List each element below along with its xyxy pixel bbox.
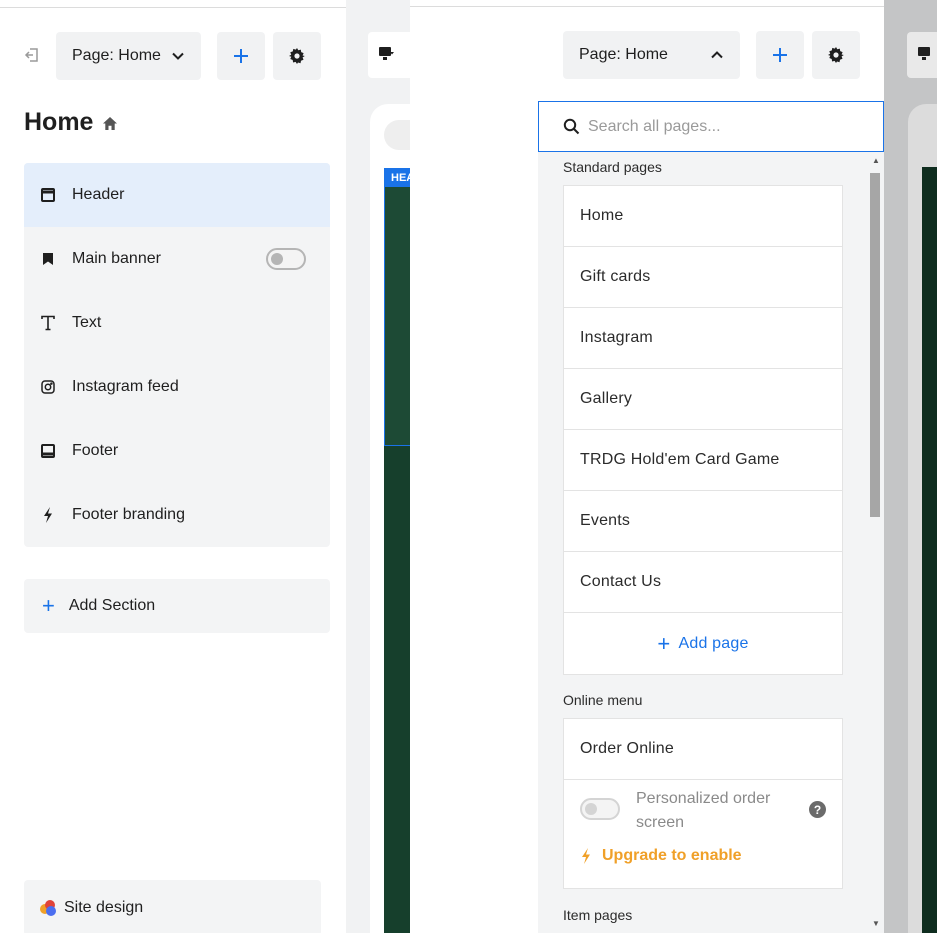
add-page-label: Add page <box>678 634 749 652</box>
page-settings-button[interactable] <box>273 32 321 80</box>
page-item-home[interactable]: Home <box>564 186 842 247</box>
gap <box>410 0 540 933</box>
section-label: Text <box>72 314 102 331</box>
home-icon <box>103 117 118 130</box>
section-item-footer[interactable]: Footer <box>24 419 330 483</box>
bookmark-icon <box>40 251 56 267</box>
scroll-up-arrow[interactable]: ▲ <box>872 156 880 165</box>
page-item-card-game[interactable]: TRDG Hold'em Card Game <box>564 430 842 491</box>
section-item-main-banner[interactable]: Main banner <box>24 227 330 291</box>
search-bar <box>538 101 884 152</box>
monitor-icon <box>379 47 394 60</box>
page-selector-label: Page: Home <box>72 47 161 64</box>
page-item-instagram[interactable]: Instagram <box>564 308 842 369</box>
text-icon <box>40 315 56 331</box>
item-pages-label: Item pages <box>563 907 633 923</box>
personalized-order-label: Personalized order screen <box>636 790 771 831</box>
online-menu-label: Online menu <box>563 692 643 708</box>
gear-icon <box>828 47 844 63</box>
page-item-gift-cards[interactable]: Gift cards <box>564 247 842 308</box>
page-selector-button[interactable]: Page: Home <box>56 32 201 80</box>
upgrade-label: Upgrade to enable <box>602 847 742 864</box>
palette-icon <box>40 900 56 916</box>
personalized-order-row: Personalized order screen ? Upgrade to e… <box>564 780 842 888</box>
editor-panel: Page: Home Home Header Main banner Text … <box>0 0 410 933</box>
help-icon[interactable]: ? <box>809 801 826 818</box>
plus-icon: + <box>657 630 671 656</box>
exit-editor-icon[interactable] <box>24 47 40 63</box>
gear-icon <box>289 48 305 64</box>
page-title-text: Home <box>24 108 94 136</box>
add-page-link[interactable]: + Add page <box>564 613 842 674</box>
section-label: Footer branding <box>72 506 185 523</box>
plus-icon <box>234 49 248 63</box>
section-item-text[interactable]: Text <box>24 291 330 355</box>
scroll-down-arrow[interactable]: ▼ <box>872 919 880 928</box>
top-divider <box>538 6 884 7</box>
plus-icon <box>773 48 787 62</box>
top-divider <box>410 6 540 7</box>
section-label: Main banner <box>72 250 161 267</box>
section-label: Header <box>72 186 125 203</box>
add-section-button[interactable]: + Add Section <box>24 579 330 633</box>
page-selector-button[interactable]: Page: Home <box>563 31 740 79</box>
standard-pages-label: Standard pages <box>563 159 662 175</box>
lightning-icon <box>40 507 56 523</box>
section-list: Header Main banner Text Instagram feed F… <box>24 163 330 547</box>
preview-page-background <box>922 167 937 933</box>
site-design-label: Site design <box>64 899 144 916</box>
section-item-footer-branding[interactable]: Footer branding <box>24 483 330 547</box>
site-design-button[interactable]: Site design <box>24 880 321 933</box>
scrollbar-thumb[interactable] <box>870 173 880 517</box>
upgrade-link[interactable]: Upgrade to enable <box>580 847 742 865</box>
add-page-button[interactable] <box>756 31 804 79</box>
search-input[interactable] <box>588 117 848 136</box>
page-selector-label: Page: Home <box>579 46 668 63</box>
page-item-order-online[interactable]: Order Online <box>564 719 842 780</box>
personalized-order-toggle[interactable] <box>580 798 620 820</box>
page-item-gallery[interactable]: Gallery <box>564 369 842 430</box>
plus-icon: + <box>42 593 55 618</box>
section-item-instagram-feed[interactable]: Instagram feed <box>24 355 330 419</box>
section-label: Instagram feed <box>72 378 179 395</box>
add-page-button[interactable] <box>217 32 265 80</box>
search-icon <box>563 118 580 135</box>
add-section-label: Add Section <box>68 597 156 614</box>
page-title: Home <box>24 108 119 137</box>
section-item-header[interactable]: Header <box>24 163 330 227</box>
page-item-events[interactable]: Events <box>564 491 842 552</box>
monitor-icon <box>918 47 930 60</box>
header-icon <box>40 187 56 203</box>
page-item-contact-us[interactable]: Contact Us <box>564 552 842 613</box>
device-toggle-button[interactable] <box>907 32 937 78</box>
page-settings-button[interactable] <box>812 31 860 79</box>
online-menu-list: Order Online Personalized order screen ?… <box>563 718 843 889</box>
chevron-down-icon <box>172 52 184 60</box>
chevron-up-icon <box>711 51 723 59</box>
page-dropdown: ▲ ▼ Standard pages Home Gift cards Insta… <box>538 101 884 933</box>
footer-icon <box>40 443 56 459</box>
standard-pages-list: Home Gift cards Instagram Gallery TRDG H… <box>563 185 843 675</box>
section-label: Footer <box>72 442 119 459</box>
lightning-icon <box>582 848 590 864</box>
instagram-icon <box>40 379 56 395</box>
main-banner-toggle[interactable] <box>266 248 306 270</box>
